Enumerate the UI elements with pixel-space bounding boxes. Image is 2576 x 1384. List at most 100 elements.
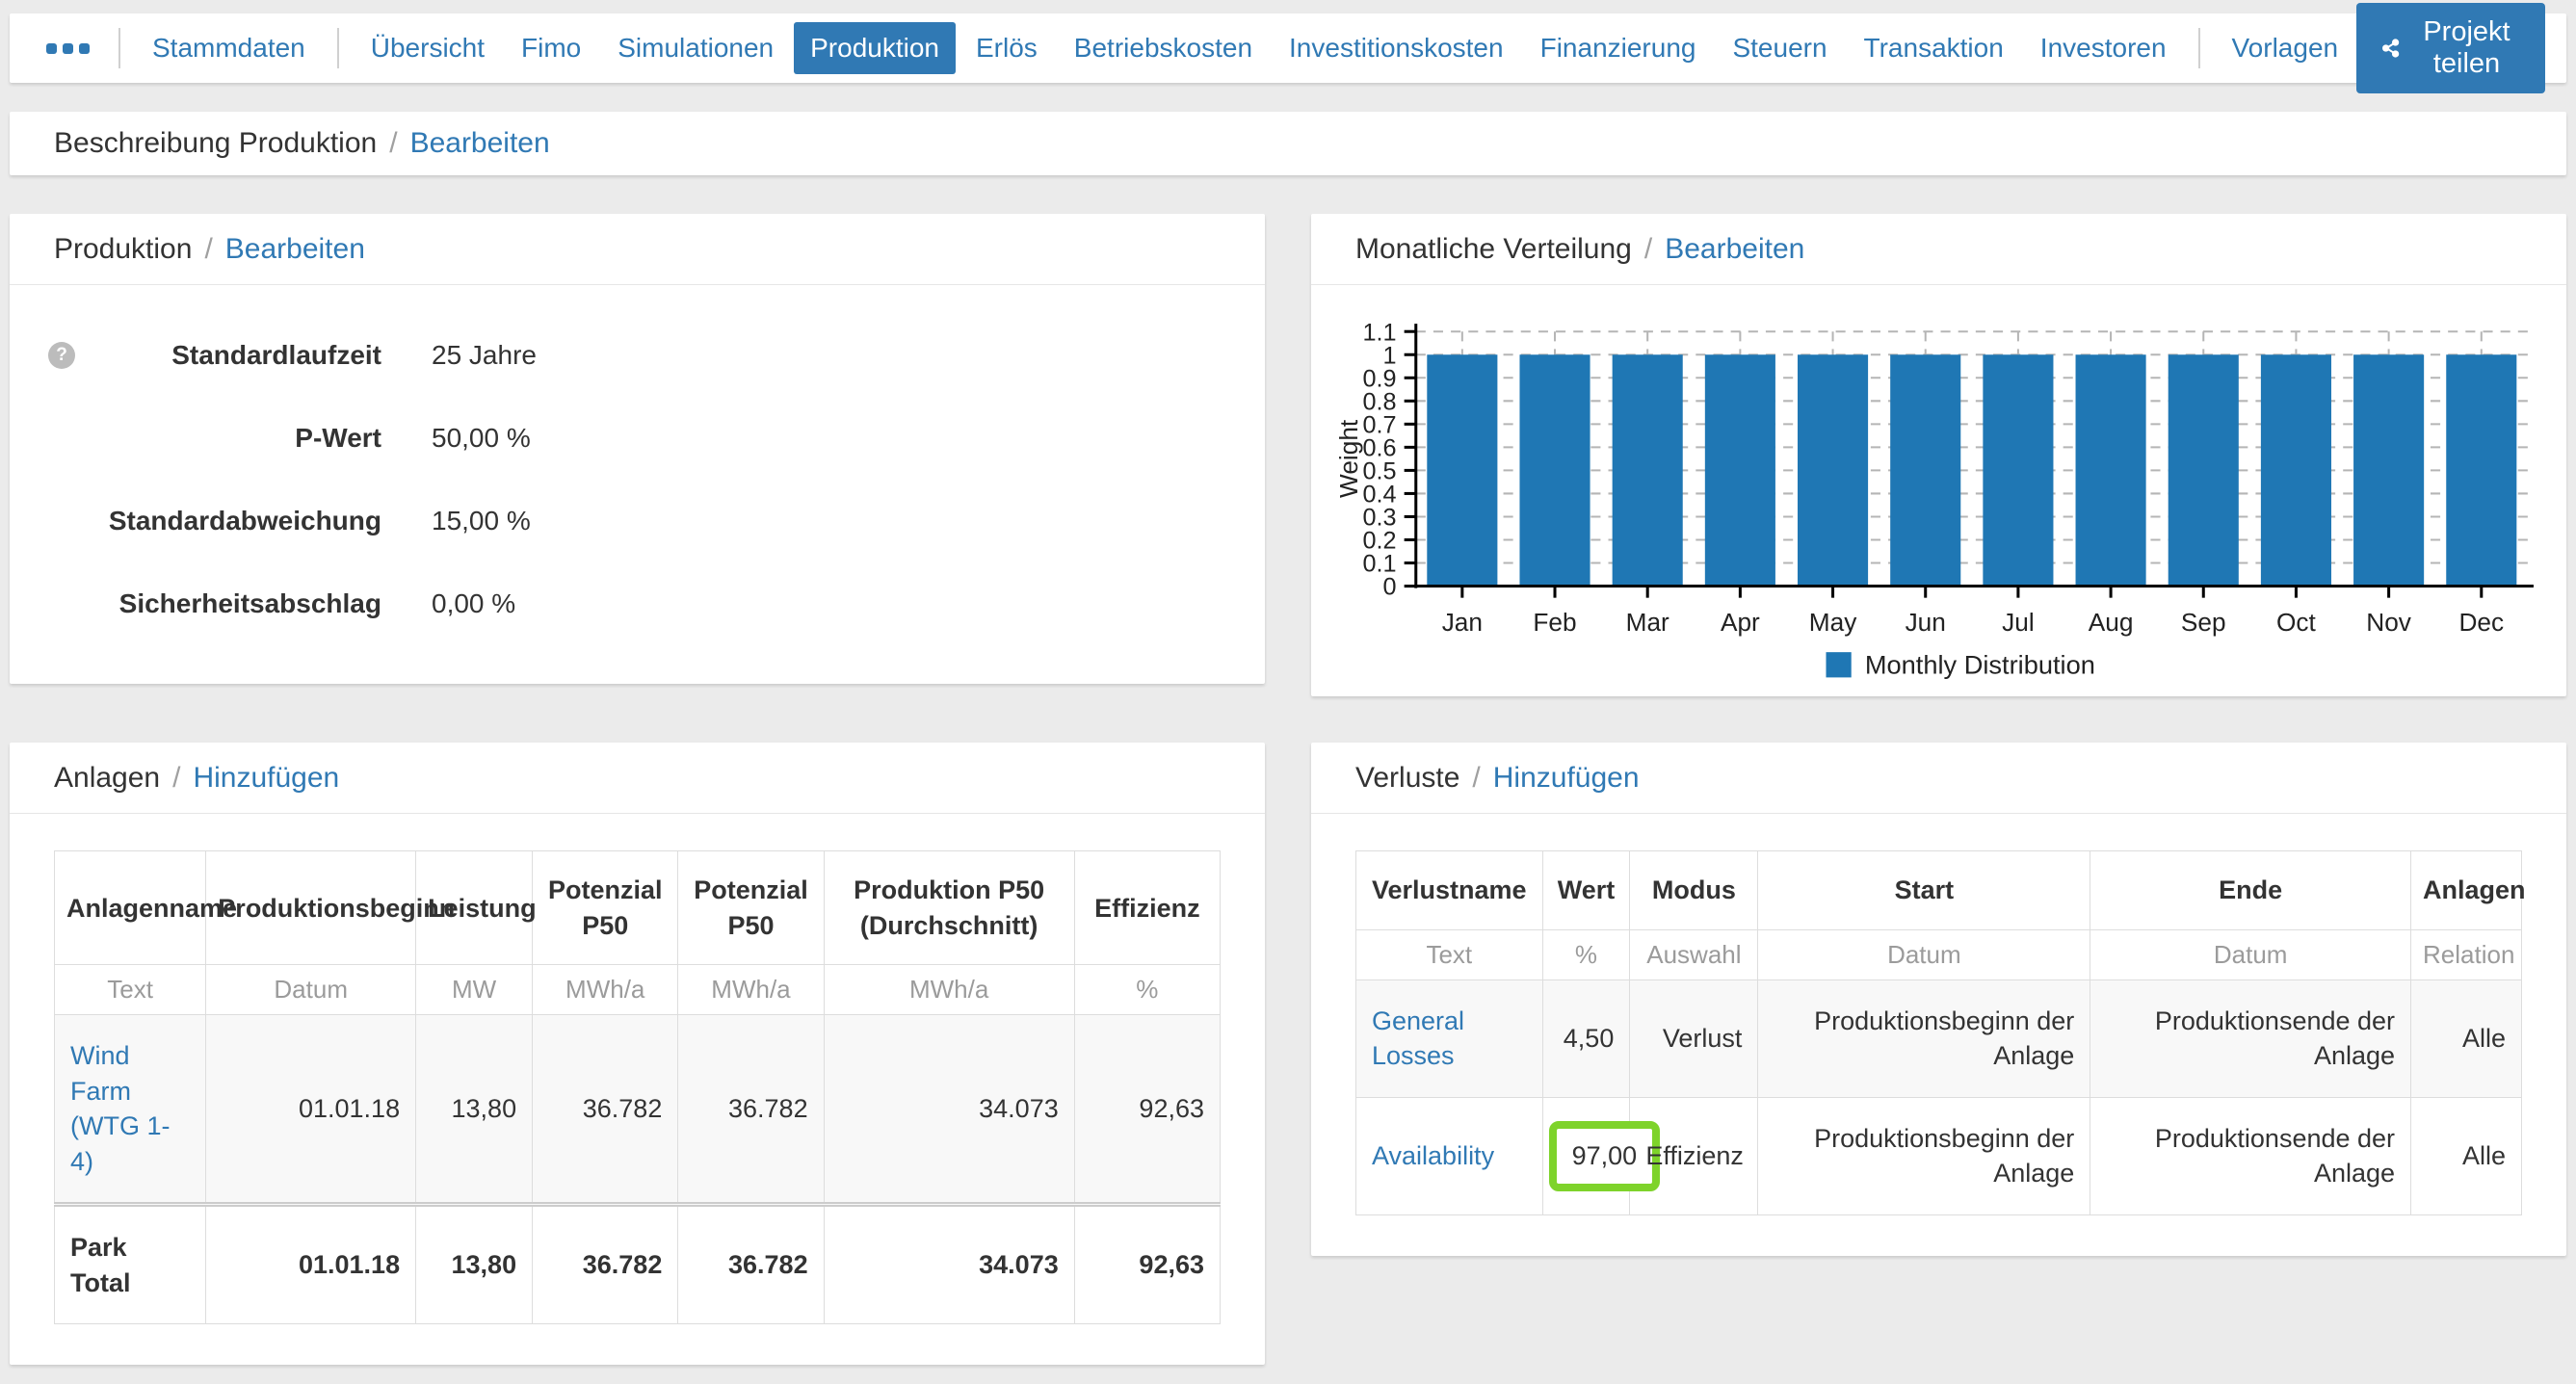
anlagen-add-link[interactable]: Hinzufügen [193,762,339,795]
value-cell: Alle [2410,1096,2522,1215]
breadcrumb-edit-link[interactable]: Bearbeiten [410,127,550,160]
x-tick-feb: Feb [1533,608,1576,637]
unit-cell: Text [1355,928,1543,981]
verluste-add-link[interactable]: Hinzufügen [1493,762,1640,795]
nav-divider [118,28,120,68]
loss-link[interactable]: Availability [1372,1141,1494,1170]
tab-betriebskosten[interactable]: Betriebskosten [1058,22,1269,74]
bar-sep [2168,354,2239,587]
tab-erloes[interactable]: Erlös [959,22,1054,74]
value-cell: Verlust [1629,979,1759,1098]
value-cell: 36.782 [677,1014,825,1206]
svg-text:0.8: 0.8 [1363,388,1397,415]
unit-row: Text% Auswahl Datum Datum Relation [1355,928,2522,981]
svg-text:0.3: 0.3 [1363,505,1397,532]
field-row-standardabweichung: Standardabweichung 15,00 % [48,480,1221,562]
legend-swatch [1826,652,1852,678]
value-cell: 34.073 [823,1014,1075,1206]
tab-stammdaten[interactable]: Stammdaten [136,22,322,74]
breadcrumb-title: Beschreibung Produktion [54,127,378,159]
svg-text:0.9: 0.9 [1363,365,1397,392]
header-row: Anlagenname Produktionsbeginn Leistung Pote… [53,850,1222,966]
total-value-cell: 01.01.18 [205,1202,417,1325]
unit-cell: Datum [205,964,417,1016]
bar-jul [1983,354,2054,587]
total-value-cell: 36.782 [677,1202,825,1325]
value-cell: 36.782 [532,1014,679,1206]
help-icon[interactable]: ? [48,342,75,369]
share-icon [2382,39,2400,58]
panel-title: Monatliche Verteilung [1355,232,1632,265]
tab-finanzierung[interactable]: Finanzierung [1524,22,1713,74]
col-header-ende: Ende [2090,850,2412,930]
bar-may [1798,354,1869,587]
tab-uebersicht[interactable]: Übersicht [355,22,501,74]
x-tick-apr: Apr [1721,608,1760,637]
value-cell: 13,80 [415,1014,534,1206]
field-row-sicherheitsabschlag: Sicherheitsabschlag 0,00 % [48,562,1221,645]
total-value-cell: 34.073 [823,1202,1075,1325]
tab-fimo[interactable]: Fimo [505,22,597,74]
unit-cell: MWh/a [677,964,825,1016]
col-header-effizienz: Effizienz [1073,850,1222,966]
monatliche-verteilung-edit-link[interactable]: Bearbeiten [1665,233,1804,266]
tab-investitionskosten[interactable]: Investitionskosten [1273,22,1520,74]
value-cell: 01.01.18 [205,1014,417,1206]
loss-link-cell: General Losses [1355,979,1543,1098]
col-header-potenzial-p50: Potenzial P50 [677,850,825,966]
field-value: 0,00 % [432,588,516,618]
x-tick-aug: Aug [2089,608,2134,637]
tab-vorlagen[interactable]: Vorlagen [2216,22,2355,74]
bar-nov [2353,354,2425,587]
unit-cell: Datum [2090,928,2412,981]
tab-produktion[interactable]: Produktion [794,22,956,74]
field-value: 15,00 % [432,506,531,535]
x-tick-nov: Nov [2366,608,2412,637]
header-row: Verlustname Wert Modus Start Ende Anlagen [1355,850,2526,930]
bar-dec [2446,354,2517,587]
anlagen-panel: Anlagen / Hinzufügen Anlagenname Produkti… [10,743,1265,1366]
panel-title: Anlagen [54,761,161,794]
panel-grid: Produktion / Bearbeiten ? Standardlaufzei… [10,214,2566,1366]
svg-text:0: 0 [1383,574,1397,601]
field-label: P-Wert [295,422,381,453]
asset-link[interactable]: Wind Farm (WTG 1-4) [70,1041,170,1175]
svg-text:0.1: 0.1 [1363,551,1397,578]
breadcrumb-separator: / [389,127,398,159]
unit-row: Text Datum MW MWh/a MWh/a MWh/a% [53,964,1222,1016]
unit-cell: MWh/a [532,964,679,1016]
verluste-panel-header: Verluste / Hinzufügen [1311,743,2566,815]
bar-mar [1612,354,1683,587]
monatliche-verteilung-panel: Monatliche Verteilung / Bearbeiten 0 0.1 0… [1311,214,2566,697]
bar-jun [1890,354,1961,587]
x-tick-sep: Sep [2181,608,2226,637]
nav-divider [336,28,339,68]
field-row-standardlaufzeit: ? Standardlaufzeit 25 Jahre [48,314,1221,397]
total-row: Park Total 01.01.18 13,80 36.782 36.782 34.07… [53,1202,1222,1325]
unit-cell: % [1073,964,1222,1016]
produktion-edit-link[interactable]: Bearbeiten [225,233,365,266]
col-header-modus: Modus [1629,850,1759,930]
tab-investoren[interactable]: Investoren [2024,22,2183,74]
tab-transaktion[interactable]: Transaktion [1848,22,2020,74]
unit-cell: MWh/a [823,964,1075,1016]
share-button-label: Projekt teilen [2423,16,2510,79]
total-value-cell: 92,63 [1073,1202,1222,1325]
x-tick-jul: Jul [2002,608,2035,637]
loss-link[interactable]: General Losses [1372,1006,1464,1070]
unit-cell: Text [53,964,207,1016]
bar-feb [1519,354,1590,587]
highlighted-value-cell: 97,00 [1541,1096,1661,1215]
anlagen-table: Anlagenname Produktionsbeginn Leistung Pote… [53,850,1222,1325]
more-menu-icon[interactable] [31,42,105,54]
top-navigation: Stammdaten Übersicht Fimo Simulationen Produ… [10,3,2566,93]
tab-simulationen[interactable]: Simulationen [601,22,790,74]
value-cell: Produktionsbeginn der Anlage [1757,1096,2091,1215]
table-row: Wind Farm (WTG 1-4) 01.01.18 13,80 36.782 36… [53,1014,1222,1206]
svg-text:0.2: 0.2 [1363,528,1397,555]
tab-steuern[interactable]: Steuern [1716,22,1843,74]
field-label: Standardabweichung [108,505,381,535]
share-project-button[interactable]: Projekt teilen [2356,3,2545,93]
produktion-panel-header: Produktion / Bearbeiten [10,214,1265,285]
svg-text:1.1: 1.1 [1363,319,1397,346]
